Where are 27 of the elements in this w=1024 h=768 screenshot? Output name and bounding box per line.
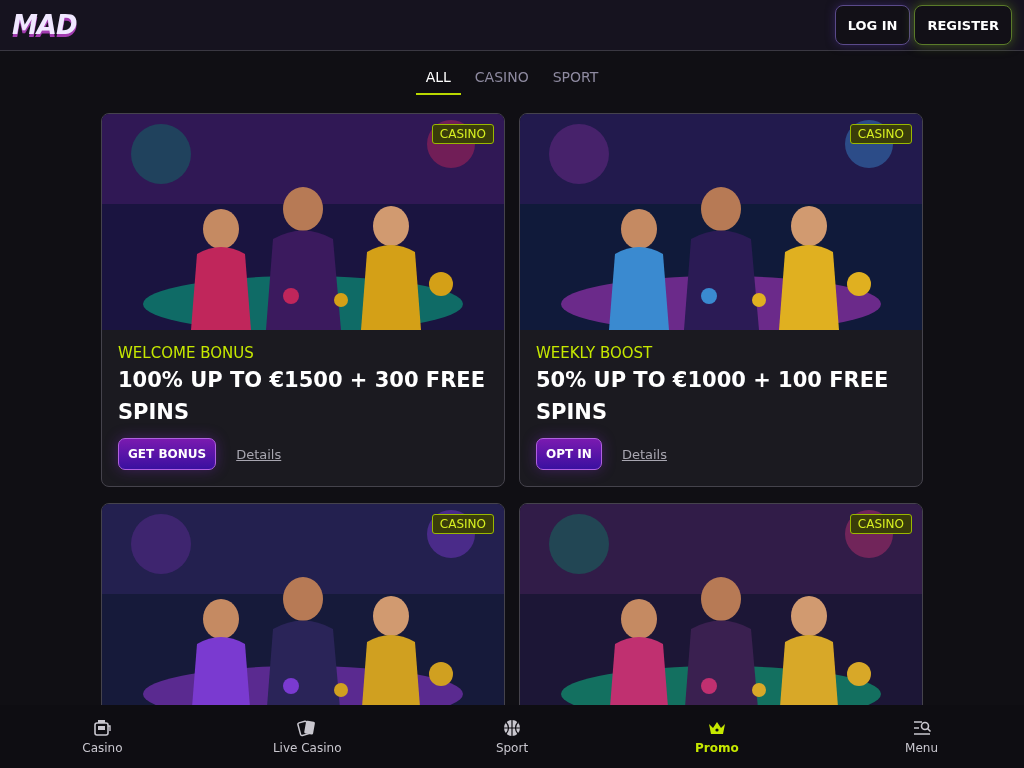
filter-tab[interactable]: ALL bbox=[415, 65, 461, 95]
promo-title: 50% UP TO €1000 + 100 FREE SPINS bbox=[536, 367, 890, 426]
filter-tab[interactable]: CASINO bbox=[464, 65, 539, 95]
promo-subtitle: WELCOME BONUS bbox=[118, 344, 255, 362]
logo[interactable]: MAD bbox=[12, 10, 77, 40]
category-tag: CASINO bbox=[849, 124, 912, 144]
category-tag: CASINO bbox=[431, 514, 494, 534]
register-button[interactable]: REGISTER bbox=[914, 5, 1012, 45]
category-tag: CASINO bbox=[849, 514, 912, 534]
details-link[interactable]: Details bbox=[621, 446, 667, 462]
playing-cards-icon bbox=[297, 718, 318, 738]
basketball-icon bbox=[502, 718, 522, 738]
nav-item[interactable]: Promo bbox=[661, 717, 772, 756]
promo-button[interactable]: OPT IN bbox=[536, 438, 602, 470]
promo-subtitle: WEEKLY BOOST bbox=[536, 344, 654, 362]
promo-button[interactable]: GET BONUS bbox=[118, 438, 217, 470]
details-link[interactable]: Details bbox=[236, 446, 282, 462]
login-button[interactable]: LOG IN bbox=[834, 5, 911, 45]
menu-search-icon bbox=[911, 718, 932, 738]
nav-item[interactable]: Menu bbox=[866, 717, 977, 756]
nav-item[interactable]: Sport bbox=[457, 717, 567, 756]
filter-tab[interactable]: SPORT bbox=[542, 65, 609, 95]
nav-item[interactable]: Live Casino bbox=[252, 717, 363, 756]
promo-title: 100% UP TO €1500 + 300 FREE SPINS bbox=[118, 367, 487, 426]
category-tag: CASINO bbox=[431, 124, 494, 144]
slot-machine-icon bbox=[92, 718, 113, 738]
nav-item[interactable]: Casino bbox=[47, 717, 158, 756]
